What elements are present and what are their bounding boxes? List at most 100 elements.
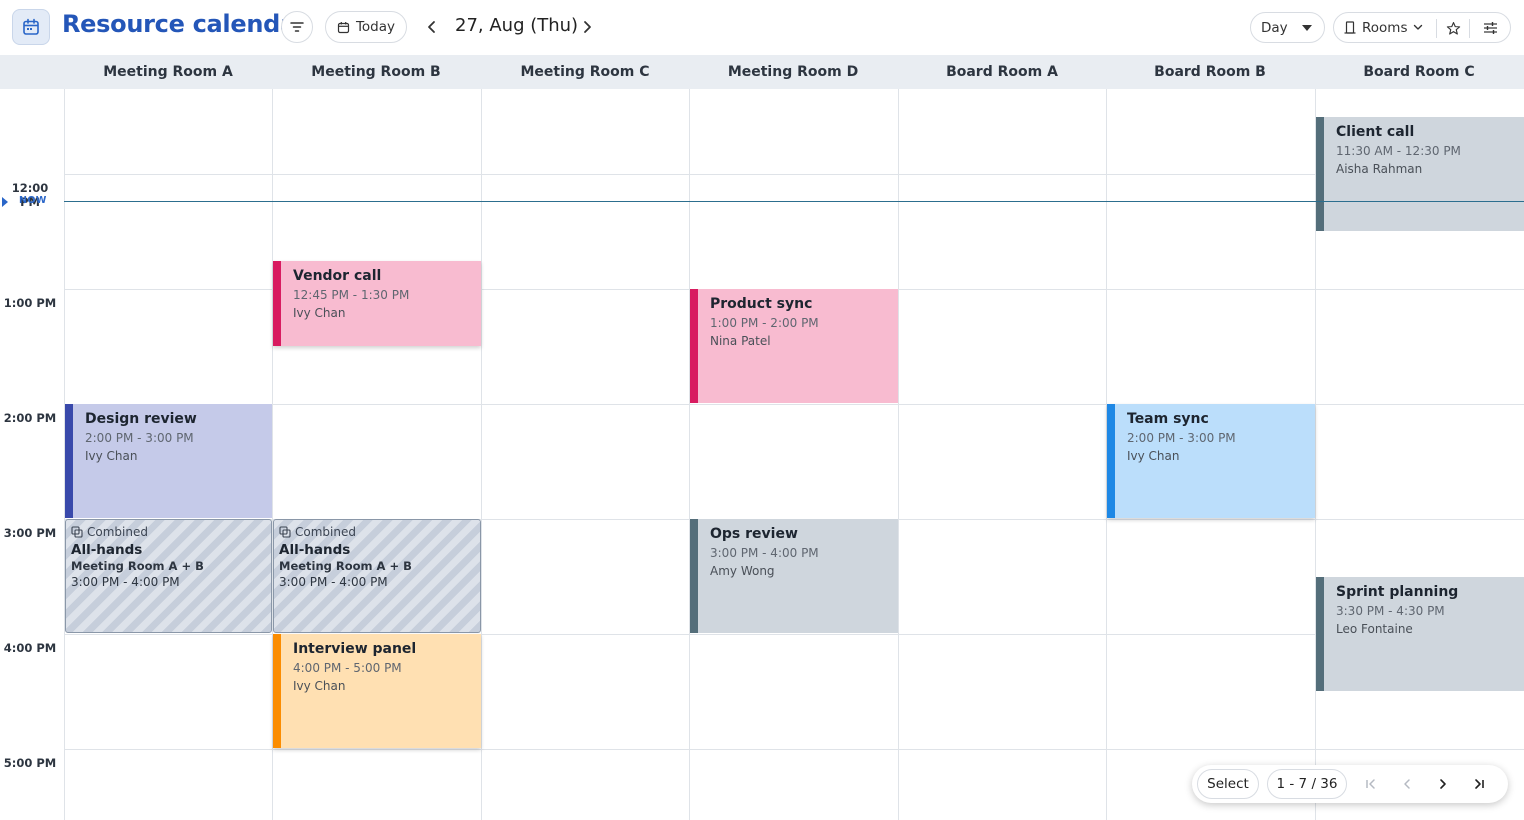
now-label: NOW xyxy=(19,195,47,206)
chevron-down-icon xyxy=(1414,24,1423,30)
event-person: Ivy Chan xyxy=(85,449,138,463)
select-button[interactable]: Select xyxy=(1197,769,1259,799)
event-card[interactable]: Design review 2:00 PM - 3:00 PM Ivy Chan xyxy=(65,404,272,518)
star-icon[interactable] xyxy=(1442,17,1464,39)
combined-title: All-hands xyxy=(71,542,143,558)
event-card[interactable]: Ops review 3:00 PM - 4:00 PM Amy Wong xyxy=(690,519,898,633)
now-arrow-icon xyxy=(2,197,8,207)
combined-icon xyxy=(71,526,83,538)
resource-group: Rooms xyxy=(1333,12,1511,43)
event-title: Vendor call xyxy=(293,268,382,284)
event-time: 11:30 AM - 12:30 PM xyxy=(1336,144,1461,158)
event-title: Ops review xyxy=(710,526,798,542)
event-card[interactable]: Vendor call 12:45 PM - 1:30 PM Ivy Chan xyxy=(273,261,481,346)
grid-line xyxy=(64,749,1524,750)
combined-tag-label: Combined xyxy=(87,525,148,539)
room-header[interactable]: Meeting Room C xyxy=(481,55,689,89)
room-header[interactable]: Meeting Room A xyxy=(64,55,272,89)
event-accent xyxy=(1316,117,1324,231)
rooms-select[interactable]: Rooms xyxy=(1344,13,1423,42)
grid-line xyxy=(64,174,1524,175)
today-button[interactable]: Today xyxy=(325,11,407,43)
combined-icon xyxy=(279,526,291,538)
event-person: Nina Patel xyxy=(710,334,771,348)
room-header[interactable]: Board Room B xyxy=(1106,55,1314,89)
time-label: 4:00 PM xyxy=(3,641,57,655)
rooms-label: Rooms xyxy=(1362,19,1408,36)
combined-tag: Combined xyxy=(279,525,356,539)
page-title: Resource calendar xyxy=(62,10,308,38)
event-accent xyxy=(273,634,281,748)
view-label: Day xyxy=(1261,19,1288,36)
page-range[interactable]: 1 - 7 / 36 xyxy=(1267,769,1347,799)
grid-line xyxy=(481,89,482,820)
caret-down-icon xyxy=(1301,24,1312,31)
today-label: Today xyxy=(355,19,396,35)
room-header[interactable]: Board Room C xyxy=(1315,55,1523,89)
settings-sliders-icon[interactable] xyxy=(1479,17,1501,39)
event-accent xyxy=(273,261,281,346)
event-title: Product sync xyxy=(710,296,813,312)
event-title: Design review xyxy=(85,411,197,427)
next-page-icon[interactable] xyxy=(1433,774,1453,794)
event-title: Sprint planning xyxy=(1336,584,1459,600)
event-accent xyxy=(690,289,698,403)
event-person: Ivy Chan xyxy=(1127,449,1180,463)
combined-rooms: Meeting Room A + B xyxy=(279,559,412,573)
now-line xyxy=(64,201,1524,202)
event-card[interactable]: Sprint planning 3:30 PM - 4:30 PM Leo Fo… xyxy=(1316,577,1524,691)
calendar-small-icon xyxy=(337,21,350,33)
door-icon xyxy=(1344,21,1356,34)
grid-line xyxy=(689,89,690,820)
event-time: 2:00 PM - 3:00 PM xyxy=(85,431,194,445)
calendar-icon[interactable] xyxy=(12,9,50,45)
event-time: 3:30 PM - 4:30 PM xyxy=(1336,604,1445,618)
room-header[interactable]: Meeting Room B xyxy=(272,55,480,89)
event-person: Ivy Chan xyxy=(293,679,346,693)
event-time: 12:45 PM - 1:30 PM xyxy=(293,288,410,302)
room-header[interactable]: Board Room A xyxy=(898,55,1106,89)
combined-time: 3:00 PM - 4:00 PM xyxy=(71,575,180,589)
divider xyxy=(1436,19,1437,38)
event-person: Leo Fontaine xyxy=(1336,622,1413,636)
event-card[interactable]: Product sync 1:00 PM - 2:00 PM Nina Pate… xyxy=(690,289,898,403)
chevron-right-icon[interactable] xyxy=(577,17,597,37)
prev-page-icon[interactable] xyxy=(1397,774,1417,794)
event-person: Aisha Rahman xyxy=(1336,162,1423,176)
combined-time: 3:00 PM - 4:00 PM xyxy=(279,575,388,589)
view-select[interactable]: Day xyxy=(1250,12,1325,43)
filter-button[interactable] xyxy=(281,11,313,43)
combined-event-card[interactable]: Combined All-hands Meeting Room A + B 3:… xyxy=(273,519,481,633)
grid-line xyxy=(898,89,899,820)
event-person: Amy Wong xyxy=(710,564,775,578)
current-date[interactable]: 27, Aug (Thu) xyxy=(455,15,578,36)
time-label: 1:00 PM xyxy=(3,296,57,310)
time-label: 2:00 PM xyxy=(3,411,57,425)
event-time: 1:00 PM - 2:00 PM xyxy=(710,316,819,330)
time-label: 5:00 PM xyxy=(3,756,57,770)
room-header-row: Meeting Room A Meeting Room B Meeting Ro… xyxy=(0,55,1524,89)
event-card[interactable]: Team sync 2:00 PM - 3:00 PM Ivy Chan xyxy=(1107,404,1315,518)
first-page-icon[interactable] xyxy=(1361,774,1381,794)
toolbar: Resource calendar Today 27, Aug (Thu) Da… xyxy=(0,0,1524,55)
event-accent xyxy=(1107,404,1115,518)
combined-rooms: Meeting Room A + B xyxy=(71,559,204,573)
event-time: 2:00 PM - 3:00 PM xyxy=(1127,431,1236,445)
combined-tag: Combined xyxy=(71,525,148,539)
combined-event-card[interactable]: Combined All-hands Meeting Room A + B 3:… xyxy=(65,519,272,633)
event-title: Client call xyxy=(1336,124,1415,140)
room-header[interactable]: Meeting Room D xyxy=(689,55,897,89)
calendar-grid[interactable]: 12:00 PM 1:00 PM 2:00 PM 3:00 PM 4:00 PM… xyxy=(0,89,1524,820)
pagination-bar: Select 1 - 7 / 36 xyxy=(1192,765,1508,803)
combined-title: All-hands xyxy=(279,542,351,558)
combined-tag-label: Combined xyxy=(295,525,356,539)
chevron-left-icon[interactable] xyxy=(422,17,442,37)
event-accent xyxy=(65,404,73,518)
last-page-icon[interactable] xyxy=(1469,774,1489,794)
event-card[interactable]: Interview panel 4:00 PM - 5:00 PM Ivy Ch… xyxy=(273,634,481,748)
event-title: Interview panel xyxy=(293,641,417,657)
event-card[interactable]: Client call 11:30 AM - 12:30 PM Aisha Ra… xyxy=(1316,117,1524,231)
event-accent xyxy=(690,519,698,633)
event-title: Team sync xyxy=(1127,411,1209,427)
filter-icon xyxy=(290,22,304,32)
